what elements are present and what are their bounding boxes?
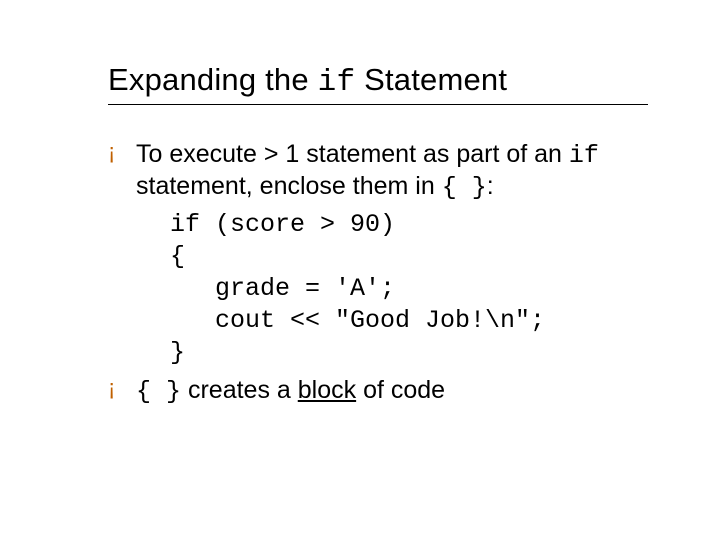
code-example: if (score > 90) { grade = 'A'; cout << "…	[170, 209, 648, 369]
slide-title: Expanding the if Statement	[108, 62, 648, 105]
bullet-text: :	[487, 172, 494, 200]
underlined-term: block	[298, 376, 356, 404]
inline-code: if	[569, 141, 599, 170]
inline-code: { }	[442, 173, 487, 202]
bullet-text: To execute > 1 statement as part of an	[136, 140, 569, 168]
title-text-2: Statement	[355, 62, 507, 97]
title-code: if	[318, 65, 356, 100]
slide: Expanding the if Statement To execute > …	[0, 0, 720, 540]
bullet-item: To execute > 1 statement as part of an i…	[108, 139, 648, 203]
bullet-text: statement, enclose them in	[136, 172, 442, 200]
bullet-item: { } creates a block of code	[108, 375, 648, 407]
inline-code: { }	[136, 377, 181, 406]
title-text-1: Expanding the	[108, 62, 318, 97]
bullet-text: creates a	[181, 376, 298, 404]
bullet-text: of code	[356, 376, 445, 404]
slide-body: To execute > 1 statement as part of an i…	[108, 139, 648, 407]
